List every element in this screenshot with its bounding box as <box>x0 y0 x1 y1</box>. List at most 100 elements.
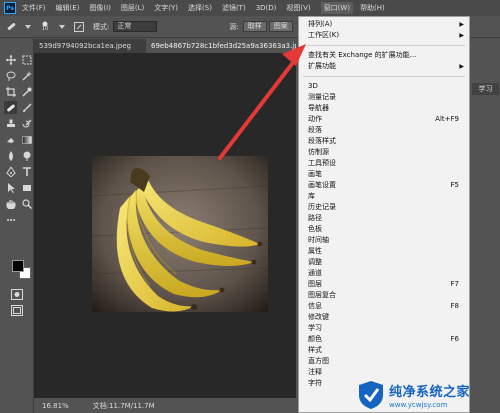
watermark-url: www.ycwjsy.com <box>389 400 448 409</box>
menu-item-label: 库 <box>308 192 315 200</box>
eraser-tool-icon[interactable] <box>4 133 17 146</box>
zoom-tool-icon[interactable] <box>20 197 33 210</box>
menu-item-panel[interactable]: 动作 Alt+F9 <box>299 114 469 125</box>
menu-file[interactable]: 文件(F) <box>22 3 46 13</box>
mode-label: 模式: <box>93 22 110 31</box>
menu-item-panel[interactable]: 画笔 <box>299 169 469 180</box>
history-brush-tool-icon[interactable] <box>20 117 33 130</box>
menu-item-label: 注释 <box>308 368 322 376</box>
menu-layer[interactable]: 图层(L) <box>121 3 144 13</box>
menu-item-panel[interactable]: 3D <box>299 81 469 92</box>
menu-item-panel[interactable]: 调整 <box>299 257 469 268</box>
submenu-arrow-icon: ▶ <box>459 63 464 70</box>
menu-item-panel[interactable]: 导航器 <box>299 103 469 114</box>
menu-item-extensions[interactable]: 扩展功能 ▶ <box>299 61 469 72</box>
menu-item-panel[interactable]: 仿制源 <box>299 147 469 158</box>
lasso-tool-icon[interactable] <box>4 69 17 82</box>
menu-item-panel[interactable]: 路径 <box>299 213 469 224</box>
menu-item-panel[interactable]: 修改键 <box>299 312 469 323</box>
menu-image[interactable]: 图像(I) <box>89 3 111 13</box>
menu-item-arrange[interactable]: 排列(A) ▶ <box>299 19 469 30</box>
menu-item-shortcut: F7 <box>450 280 459 288</box>
tab-document-2[interactable]: 69eb4867b728c1bfed3d25a9a36363a3.jpeg @ <box>146 39 296 53</box>
menu-item-panel[interactable]: 库 <box>299 191 469 202</box>
menu-item-label: 调整 <box>308 258 322 266</box>
path-selection-tool-icon[interactable] <box>4 181 17 194</box>
menu-item-panel[interactable]: 段落 <box>299 125 469 136</box>
right-panel: 学习 <box>468 53 500 398</box>
menu-item-panel[interactable]: 工具预设 <box>299 158 469 169</box>
learn-panel-tab[interactable]: 学习 <box>472 83 499 95</box>
menu-item-panel[interactable]: 通道 <box>299 268 469 279</box>
menu-item-panel[interactable]: 段落样式 <box>299 136 469 147</box>
screen-mode-icon[interactable] <box>11 305 23 318</box>
menu-type[interactable]: 文字(Y) <box>154 3 178 13</box>
crop-tool-icon[interactable] <box>4 85 17 98</box>
document-canvas[interactable] <box>34 53 296 398</box>
menu-window[interactable]: 窗口(W) <box>320 2 354 14</box>
shield-logo-icon <box>359 380 383 409</box>
menu-item-panel[interactable]: 图层 F7 <box>299 279 469 290</box>
menu-item-panel[interactable]: 历史记录 <box>299 202 469 213</box>
brush-size-value: 10 <box>41 26 49 32</box>
menu-select[interactable]: 选择(S) <box>188 3 212 13</box>
photoshop-logo-icon: Ps <box>4 2 16 14</box>
menu-help[interactable]: 帮助(H) <box>360 3 385 13</box>
pen-tool-icon[interactable] <box>4 165 17 178</box>
menu-item-label: 3D <box>308 82 318 90</box>
menu-filter[interactable]: 滤镜(T) <box>222 3 246 13</box>
menu-item-shortcut: F6 <box>450 335 459 343</box>
healing-brush-icon[interactable] <box>5 21 17 33</box>
spot-healing-tool-icon[interactable] <box>4 101 17 114</box>
menu-item-panel[interactable]: 画笔设置 F5 <box>299 180 469 191</box>
menu-edit[interactable]: 编辑(E) <box>56 3 80 13</box>
mode-dropdown[interactable]: 正常 <box>113 21 158 32</box>
menu-item-panel[interactable]: 颜色 F6 <box>299 334 469 345</box>
foreground-color-swatch[interactable] <box>12 260 24 272</box>
menu-item-panel[interactable]: 属性 <box>299 246 469 257</box>
blur-tool-icon[interactable] <box>4 149 17 162</box>
menu-item-label: 图层 <box>308 280 322 288</box>
dodge-tool-icon[interactable] <box>20 149 33 162</box>
menu-item-find-extensions[interactable]: 查找有关 Exchange 的扩展功能... <box>299 50 469 61</box>
type-tool-icon[interactable] <box>20 165 33 178</box>
menu-view[interactable]: 视图(V) <box>286 3 310 13</box>
magic-wand-tool-icon[interactable] <box>20 69 33 82</box>
pattern-button[interactable]: 图案 <box>268 21 293 32</box>
eyedropper-tool-icon[interactable] <box>20 85 33 98</box>
sample-button[interactable]: 取样 <box>242 21 267 32</box>
site-watermark: 纯净系统之家 www.ycwjsy.com <box>357 378 497 411</box>
menu-item-label: 直方图 <box>308 357 329 365</box>
brush-size-picker[interactable]: 10 <box>39 21 51 33</box>
hand-tool-icon[interactable] <box>4 197 17 210</box>
menu-item-panel[interactable]: 时间轴 <box>299 235 469 246</box>
document-info[interactable]: 文档:11.7M/11.7M <box>93 401 155 411</box>
marquee-tool-icon[interactable] <box>20 53 33 66</box>
submenu-arrow-icon: ▶ <box>459 21 464 28</box>
menu-item-panel[interactable]: 色板 <box>299 224 469 235</box>
chevron-down-icon[interactable] <box>56 21 68 33</box>
menu-item-panel[interactable]: 图层复合 <box>299 290 469 301</box>
document-tabs: 539d9794092bca1ea.jpeg 69eb4867b728c1bfe… <box>34 39 296 53</box>
watermark-title: 纯净系统之家 <box>389 384 471 400</box>
menu-3d[interactable]: 3D(D) <box>256 4 277 12</box>
menu-item-workspace[interactable]: 工作区(K) ▶ <box>299 30 469 41</box>
menu-item-panel[interactable]: 测量记录 <box>299 92 469 103</box>
more-tools-icon[interactable] <box>4 213 17 226</box>
menu-item-panel[interactable]: 信息 F8 <box>299 301 469 312</box>
brush-settings-icon[interactable] <box>73 21 85 33</box>
menu-item-label: 属性 <box>308 247 322 255</box>
brush-tool-icon[interactable] <box>20 101 33 114</box>
zoom-level[interactable]: 16.81% <box>42 402 69 410</box>
menu-item-panel[interactable]: 样式 <box>299 345 469 356</box>
menu-item-panel[interactable]: 注释 <box>299 367 469 378</box>
menu-item-panel[interactable]: 学习 <box>299 323 469 334</box>
clone-stamp-tool-icon[interactable] <box>4 117 17 130</box>
menu-item-panel[interactable]: 直方图 <box>299 356 469 367</box>
chevron-down-icon[interactable] <box>22 21 34 33</box>
move-tool-icon[interactable] <box>4 53 17 66</box>
quick-mask-icon[interactable] <box>11 289 23 302</box>
tab-document-1[interactable]: 539d9794092bca1ea.jpeg <box>34 39 146 53</box>
rectangle-tool-icon[interactable] <box>20 181 33 194</box>
gradient-tool-icon[interactable] <box>20 133 33 146</box>
